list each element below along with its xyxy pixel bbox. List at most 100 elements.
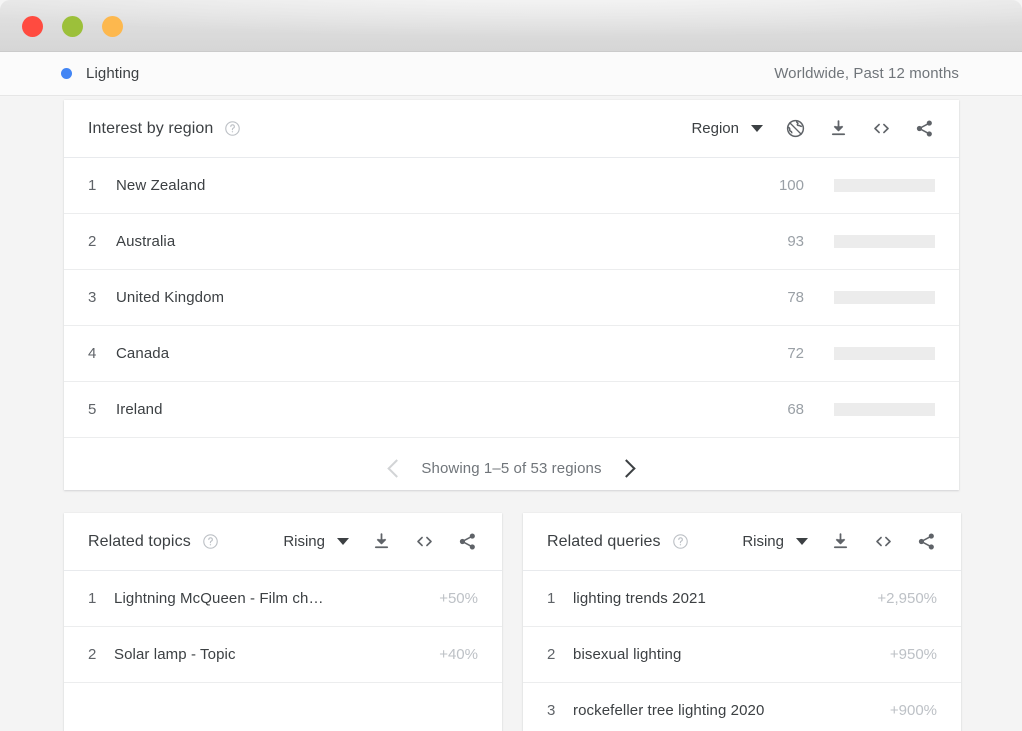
download-icon[interactable] — [371, 531, 392, 552]
region-bar-track — [834, 291, 935, 304]
list-item[interactable]: 2 Solar lamp - Topic +40% — [64, 627, 502, 683]
list-item[interactable]: 1 lighting trends 2021 +2,950% — [523, 571, 961, 627]
help-circle-icon[interactable] — [224, 120, 241, 137]
queries-list: 1 lighting trends 2021 +2,950% 2 bisexua… — [523, 571, 961, 731]
related-queries-card: Related queries Rising 1 lighting trends… — [523, 513, 961, 731]
chevron-down-icon — [796, 538, 808, 545]
table-row[interactable]: 1 New Zealand 100 — [64, 158, 959, 214]
download-icon[interactable] — [830, 531, 851, 552]
region-value: 93 — [787, 233, 804, 250]
region-card-title: Interest by region — [88, 119, 214, 137]
interest-by-region-card: Interest by region Region 1 New Zealand … — [64, 100, 959, 490]
titlebar-sheen — [0, 0, 1022, 52]
queries-card-header: Related queries Rising — [523, 513, 961, 571]
region-value: 72 — [787, 345, 804, 362]
region-bar-track — [834, 179, 935, 192]
search-term-label: Lighting — [86, 65, 140, 82]
region-card-header: Interest by region Region — [64, 100, 959, 158]
chevron-right-icon[interactable] — [616, 458, 636, 478]
chevron-left-icon[interactable] — [387, 458, 407, 478]
region-name: Ireland — [116, 401, 163, 418]
queries-sort-select-label: Rising — [742, 533, 784, 550]
embed-code-icon[interactable] — [871, 118, 892, 139]
region-pagination: Showing 1–5 of 53 regions — [64, 438, 959, 498]
window-controls — [22, 16, 123, 37]
topic-rank: 1 — [88, 590, 97, 607]
region-scope-select-label: Region — [691, 120, 739, 137]
app-window: Lighting Worldwide, Past 12 months Inter… — [0, 0, 1022, 731]
region-metric: 93 — [770, 233, 935, 250]
region-rank: 4 — [88, 345, 97, 362]
window-titlebar — [0, 0, 1022, 52]
region-rank: 1 — [88, 177, 97, 194]
related-topics-card: Related topics Rising 1 Lightning McQuee… — [64, 513, 502, 731]
zoom-button[interactable] — [102, 16, 123, 37]
query-rank: 1 — [547, 590, 556, 607]
embed-code-icon[interactable] — [873, 531, 894, 552]
share-icon[interactable] — [916, 531, 937, 552]
list-item[interactable]: 2 bisexual lighting +950% — [523, 627, 961, 683]
query-header: Lighting Worldwide, Past 12 months — [0, 52, 1022, 96]
region-rank: 5 — [88, 401, 97, 418]
region-metric: 72 — [770, 345, 935, 362]
queries-sort-select[interactable]: Rising — [742, 533, 808, 550]
embed-code-icon[interactable] — [414, 531, 435, 552]
close-button[interactable] — [22, 16, 43, 37]
table-row[interactable]: 4 Canada 72 — [64, 326, 959, 382]
region-value: 78 — [787, 289, 804, 306]
region-bar-track — [834, 235, 935, 248]
queries-card-tools: Rising — [742, 531, 937, 552]
region-rank: 3 — [88, 289, 97, 306]
search-term-legend[interactable]: Lighting — [61, 65, 139, 82]
query-label: lighting trends 2021 — [573, 590, 706, 607]
scope-label: Worldwide, Past 12 months — [774, 65, 959, 82]
topic-rank: 2 — [88, 646, 97, 663]
region-list: 1 New Zealand 100 2 Australia 93 3 Unite… — [64, 158, 959, 438]
region-metric: 100 — [770, 177, 935, 194]
query-label: rockefeller tree lighting 2020 — [573, 702, 765, 719]
query-rank: 2 — [547, 646, 556, 663]
query-delta: +2,950% — [877, 590, 937, 607]
table-row[interactable]: 5 Ireland 68 — [64, 382, 959, 438]
topics-card-tools: Rising — [283, 531, 478, 552]
topics-card-title: Related topics — [88, 532, 191, 550]
globe-icon[interactable] — [785, 118, 806, 139]
table-row[interactable]: 3 United Kingdom 78 — [64, 270, 959, 326]
region-bar-track — [834, 403, 935, 416]
legend-color-dot — [61, 68, 72, 79]
share-icon[interactable] — [457, 531, 478, 552]
page-body: Interest by region Region 1 New Zealand … — [0, 97, 1022, 731]
table-row[interactable]: 2 Australia 93 — [64, 214, 959, 270]
topics-card-header: Related topics Rising — [64, 513, 502, 571]
pagination-status: Showing 1–5 of 53 regions — [421, 459, 602, 477]
topics-sort-select[interactable]: Rising — [283, 533, 349, 550]
region-metric: 78 — [770, 289, 935, 306]
minimize-button[interactable] — [62, 16, 83, 37]
topic-delta: +40% — [439, 646, 478, 663]
help-circle-icon[interactable] — [672, 533, 689, 550]
chevron-down-icon — [337, 538, 349, 545]
topics-list: 1 Lightning McQueen - Film ch… +50% 2 So… — [64, 571, 502, 683]
region-name: New Zealand — [116, 177, 206, 194]
download-icon[interactable] — [828, 118, 849, 139]
topic-label: Lightning McQueen - Film ch… — [114, 590, 324, 607]
region-rank: 2 — [88, 233, 97, 250]
query-delta: +900% — [889, 702, 937, 719]
region-bar-track — [834, 347, 935, 360]
help-circle-icon[interactable] — [202, 533, 219, 550]
topics-sort-select-label: Rising — [283, 533, 325, 550]
query-rank: 3 — [547, 702, 556, 719]
share-icon[interactable] — [914, 118, 935, 139]
query-delta: +950% — [889, 646, 937, 663]
chevron-down-icon — [751, 125, 763, 132]
region-scope-select[interactable]: Region — [691, 120, 763, 137]
region-name: Australia — [116, 233, 176, 250]
list-item[interactable]: 3 rockefeller tree lighting 2020 +900% — [523, 683, 961, 731]
region-value: 68 — [787, 401, 804, 418]
query-label: bisexual lighting — [573, 646, 682, 663]
queries-card-title: Related queries — [547, 532, 661, 550]
region-metric: 68 — [770, 401, 935, 418]
region-card-tools: Region — [691, 118, 935, 139]
topic-label: Solar lamp - Topic — [114, 646, 236, 663]
list-item[interactable]: 1 Lightning McQueen - Film ch… +50% — [64, 571, 502, 627]
